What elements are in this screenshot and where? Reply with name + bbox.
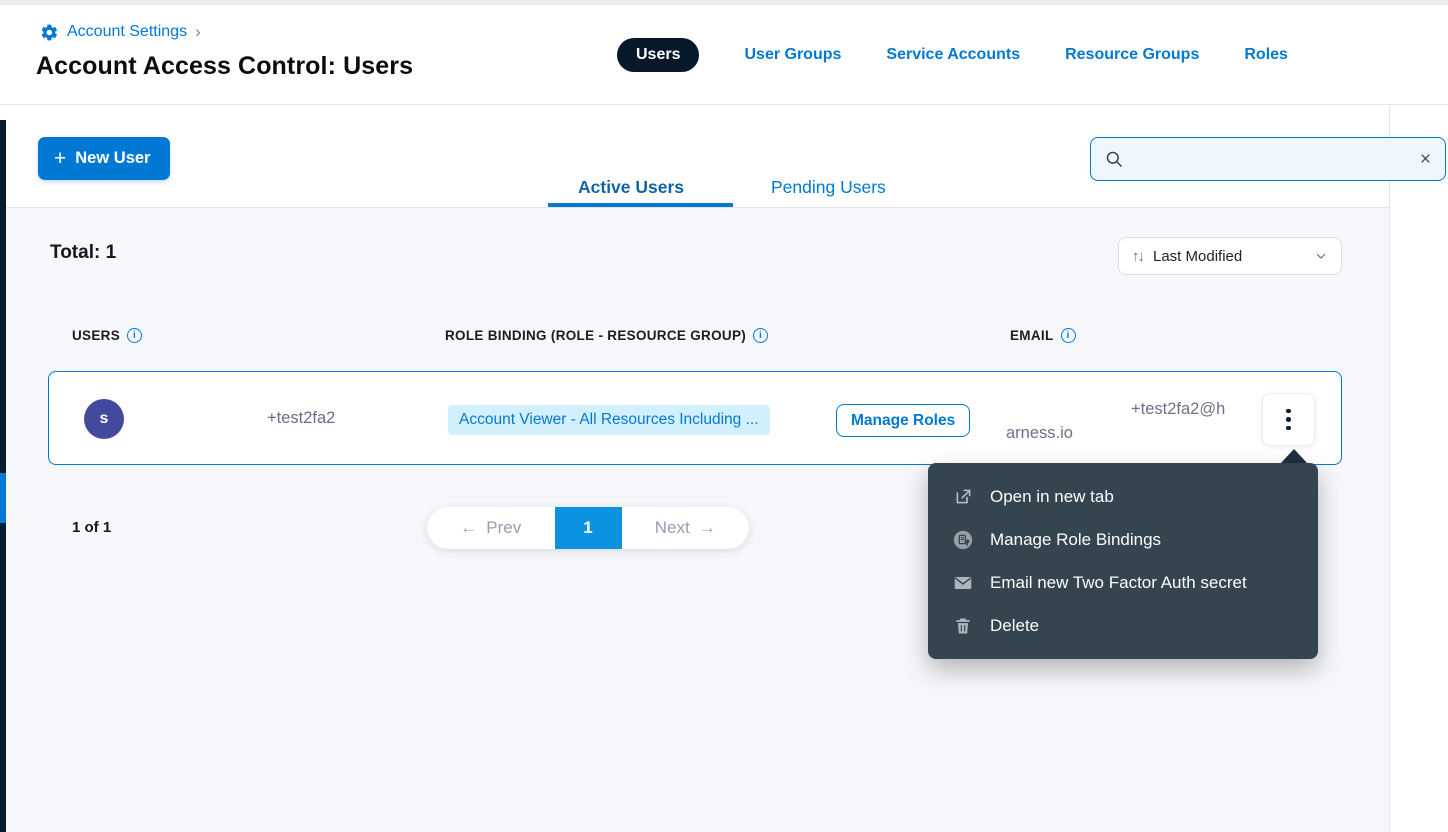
prev-label: Prev <box>486 518 521 538</box>
chevron-right-icon: › <box>195 22 201 42</box>
nav-item-user-groups[interactable]: User Groups <box>744 46 841 64</box>
column-header-role-binding: ROLE BINDING (ROLE - RESOURCE GROUP) i <box>445 328 768 343</box>
breadcrumb: Account Settings › <box>40 22 201 42</box>
nav-item-users[interactable]: Users <box>617 38 699 72</box>
column-header-role-binding-label: ROLE BINDING (ROLE - RESOURCE GROUP) <box>445 328 746 343</box>
search-icon <box>1105 150 1124 169</box>
pagination-page-1[interactable]: 1 <box>555 507 622 549</box>
sort-dropdown[interactable]: ↑↓ Last Modified <box>1118 237 1342 275</box>
menu-item-label: Manage Role Bindings <box>990 530 1161 550</box>
arrow-left-icon: ← <box>460 518 477 538</box>
top-nav: Users User Groups Service Accounts Resou… <box>617 38 1288 72</box>
sort-dropdown-value: Last Modified <box>1153 248 1304 265</box>
user-name: +test2fa2 <box>267 409 335 428</box>
chevron-down-icon <box>1314 249 1328 263</box>
gear-icon <box>40 23 59 42</box>
trash-icon <box>952 615 974 637</box>
row-options-button[interactable] <box>1262 393 1315 446</box>
column-header-users: USERS i <box>72 328 142 343</box>
new-user-button[interactable]: + New User <box>38 137 170 180</box>
pagination-next-button[interactable]: Next → <box>622 507 750 549</box>
pagination: ← Prev 1 Next → <box>427 507 749 549</box>
nav-item-resource-groups[interactable]: Resource Groups <box>1065 46 1199 64</box>
info-icon[interactable]: i <box>127 328 142 343</box>
menu-item-open-in-new-tab[interactable]: Open in new tab <box>928 475 1318 518</box>
more-options-icon <box>1286 409 1291 414</box>
plus-icon: + <box>54 148 66 169</box>
role-binding-chip[interactable]: Account Viewer - All Resources Including… <box>448 405 770 435</box>
info-icon[interactable]: i <box>753 328 768 343</box>
tab-pending-users[interactable]: Pending Users <box>771 177 886 198</box>
total-count-label: Total: 1 <box>50 242 116 264</box>
email-icon <box>952 572 974 594</box>
avatar: s <box>84 399 124 439</box>
page-title: Account Access Control: Users <box>36 52 413 81</box>
users-list-panel: Total: 1 ↑↓ Last Modified USERS i ROLE B… <box>6 208 1389 832</box>
user-email-line1: +test2fa2@h <box>1131 400 1225 419</box>
arrow-right-icon: → <box>699 518 716 538</box>
new-user-button-label: New User <box>75 149 150 168</box>
column-header-email-label: EMAIL <box>1010 328 1054 343</box>
right-gutter <box>1390 106 1448 832</box>
manage-roles-button[interactable]: Manage Roles <box>836 404 970 437</box>
account-access-control-page: Account Settings › Account Access Contro… <box>0 0 1448 832</box>
menu-item-label: Email new Two Factor Auth secret <box>990 573 1247 593</box>
pagination-prev-button[interactable]: ← Prev <box>427 507 555 549</box>
row-context-menu: Open in new tab Manage Role Bindings Ema… <box>928 463 1318 659</box>
menu-item-label: Open in new tab <box>990 487 1114 507</box>
table-row[interactable]: s +test2fa2 Account Viewer - All Resourc… <box>48 371 1342 465</box>
open-in-new-tab-icon <box>952 486 974 508</box>
toolbar: + New User Active Users Pending Users × <box>0 105 1448 208</box>
info-icon[interactable]: i <box>1061 328 1076 343</box>
nav-item-service-accounts[interactable]: Service Accounts <box>886 46 1020 64</box>
column-header-users-label: USERS <box>72 328 120 343</box>
context-menu-caret <box>1280 449 1308 464</box>
more-options-icon <box>1286 417 1291 422</box>
role-bindings-icon <box>952 529 974 551</box>
menu-item-label: Delete <box>990 616 1039 636</box>
page-info: 1 of 1 <box>72 519 111 536</box>
sort-arrows-icon: ↑↓ <box>1132 248 1143 265</box>
page-header: Account Settings › Account Access Contro… <box>0 5 1448 105</box>
search-input[interactable] <box>1134 151 1410 168</box>
search-box[interactable]: × <box>1090 137 1446 181</box>
breadcrumb-account-settings[interactable]: Account Settings <box>67 23 187 41</box>
menu-item-manage-role-bindings[interactable]: Manage Role Bindings <box>928 518 1318 561</box>
column-header-email: EMAIL i <box>1010 328 1076 343</box>
tab-active-users[interactable]: Active Users <box>578 177 684 198</box>
more-options-icon <box>1286 426 1291 431</box>
next-label: Next <box>655 518 690 538</box>
user-email-line2: arness.io <box>1006 424 1073 443</box>
close-icon[interactable]: × <box>1420 150 1431 169</box>
menu-item-delete[interactable]: Delete <box>928 604 1318 647</box>
nav-item-roles[interactable]: Roles <box>1244 46 1288 64</box>
menu-item-email-2fa-secret[interactable]: Email new Two Factor Auth secret <box>928 561 1318 604</box>
